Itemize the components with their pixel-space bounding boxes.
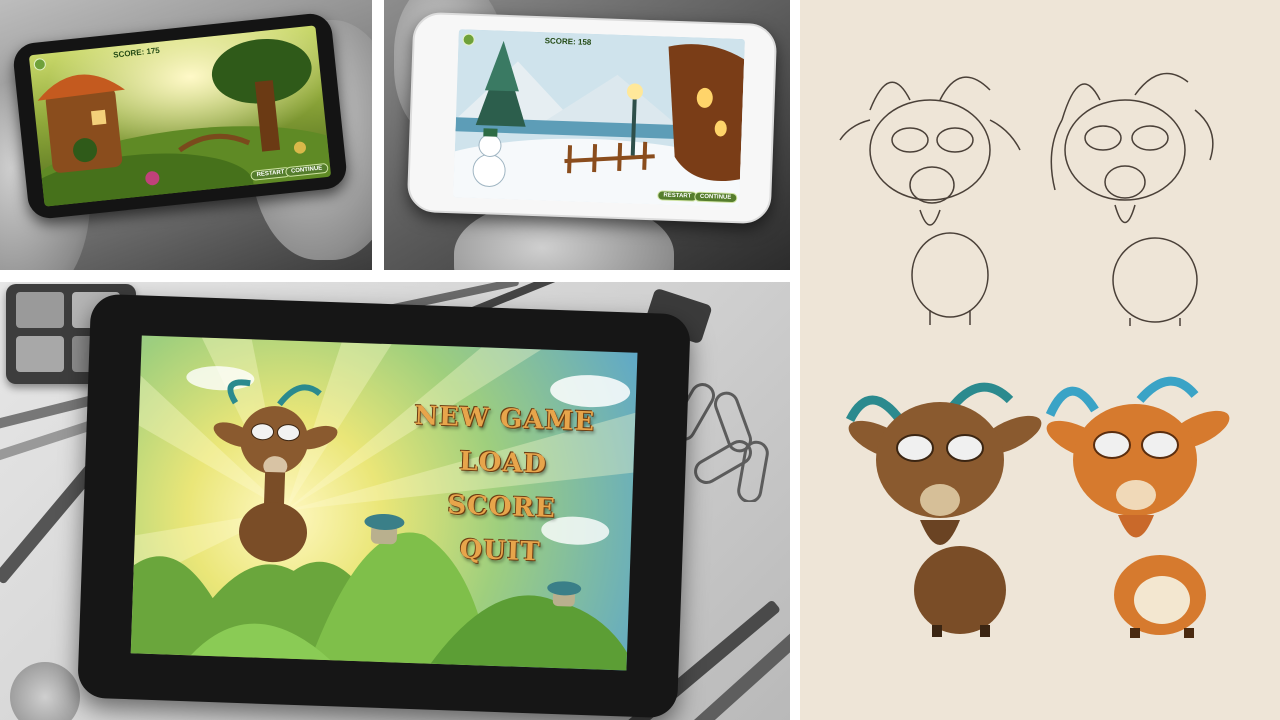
paperclip-icon — [672, 383, 769, 502]
forest-scene-illustration — [28, 25, 332, 207]
winter-score-label: SCORE: 158 — [544, 36, 592, 47]
iphone: SCORE: 158 RESTART CONTINUE — [406, 11, 778, 225]
bottle-cap — [10, 662, 80, 720]
goat-sketch-2 — [1050, 72, 1214, 326]
goat-colored-brown — [845, 382, 1042, 637]
forest-game-screen[interactable]: SCORE: 175 RESTART CONTINUE — [28, 25, 332, 207]
winter-game-screen[interactable]: SCORE: 158 RESTART CONTINUE — [453, 29, 745, 208]
winter-restart-button[interactable]: RESTART — [657, 190, 698, 202]
main-menu: NEW GAME LOAD SCORE QUIT — [409, 401, 596, 569]
winter-scene-illustration — [453, 29, 745, 208]
load-button[interactable]: LOAD — [459, 447, 548, 480]
new-game-button[interactable]: NEW GAME — [414, 401, 596, 437]
android-phone: SCORE: 175 RESTART CONTINUE — [11, 11, 349, 221]
quit-button[interactable]: QUIT — [459, 535, 541, 568]
goat-colored-orange — [1045, 376, 1230, 638]
main-menu-screen: NEW GAME LOAD SCORE QUIT — [130, 335, 638, 671]
winter-continue-button[interactable]: CONTINUE — [693, 191, 738, 204]
tablet-desk-panel: NEW GAME LOAD SCORE QUIT — [0, 282, 790, 720]
goat-sketch-panel — [800, 0, 1280, 720]
score-button[interactable]: SCORE — [447, 490, 557, 524]
phone-forest-panel: SCORE: 175 RESTART CONTINUE — [0, 0, 372, 270]
goat-character-sheet — [839, 72, 1230, 638]
ipad: NEW GAME LOAD SCORE QUIT — [77, 293, 691, 719]
phone-winter-panel: SCORE: 158 RESTART CONTINUE — [384, 0, 790, 270]
goat-sketch-1 — [839, 76, 1021, 325]
marker-icon — [671, 606, 790, 720]
